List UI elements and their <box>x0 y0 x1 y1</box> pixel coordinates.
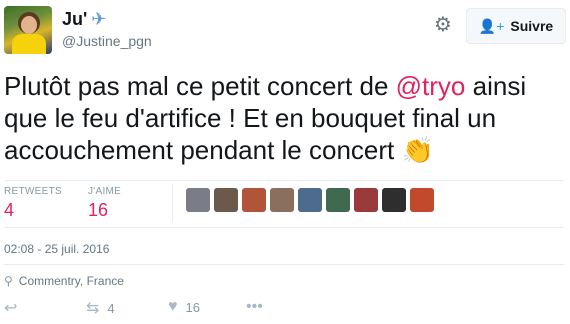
retweet-action-count: 4 <box>107 300 115 316</box>
retweet-icon: ⇆ <box>86 300 100 317</box>
tweet-text: Plutôt pas mal ce petit concert de @tryo… <box>4 70 564 166</box>
retweets-count: 4 <box>4 200 15 220</box>
liker-avatar[interactable] <box>186 188 210 212</box>
reply-icon: ↩ <box>4 300 18 317</box>
avatar-shirt <box>12 34 46 54</box>
tweet-text-before: Plutôt pas mal ce petit concert de <box>4 71 396 101</box>
user-names: Ju' ✈ @Justine_pgn <box>62 8 152 50</box>
divider <box>4 264 564 265</box>
retweets-stat[interactable]: RETWEETS 4 <box>4 186 62 221</box>
stats-separator <box>172 184 173 222</box>
user-handle[interactable]: @Justine_pgn <box>62 32 152 50</box>
liker-avatar[interactable] <box>354 188 378 212</box>
tweet-header: Ju' ✈ @Justine_pgn ⚙ 👤+ Suivre <box>4 6 566 56</box>
tweet-actions: ↩ ⇆ 4 ♥ 16 ••• <box>4 296 564 320</box>
mention-link[interactable]: @tryo <box>396 71 466 101</box>
likers-avatars <box>186 188 434 212</box>
location-label: Commentry, France <box>18 274 124 288</box>
divider <box>4 180 564 181</box>
tweet-stats: RETWEETS 4 J'AIME 16 <box>4 182 564 226</box>
likes-stat[interactable]: J'AIME 16 <box>88 186 121 221</box>
add-user-icon: 👤+ <box>478 17 505 34</box>
retweet-button[interactable]: ⇆ 4 <box>86 298 115 318</box>
likes-label: J'AIME <box>88 186 122 197</box>
likes-count: 16 <box>88 200 109 220</box>
follow-button[interactable]: 👤+ Suivre <box>466 8 566 44</box>
pin-icon: ⚲ <box>4 274 13 288</box>
liker-avatar[interactable] <box>270 188 294 212</box>
liker-avatar[interactable] <box>410 188 434 212</box>
avatar[interactable] <box>4 6 52 54</box>
follow-label: Suivre <box>510 18 554 34</box>
tweet-location[interactable]: ⚲ Commentry, France <box>4 274 124 288</box>
liker-avatar[interactable] <box>326 188 350 212</box>
liker-avatar[interactable] <box>298 188 322 212</box>
more-button[interactable]: ••• <box>246 298 263 316</box>
liker-avatar[interactable] <box>382 188 406 212</box>
tweet-timestamp[interactable]: 02:08 - 25 juil. 2016 <box>4 242 109 256</box>
avatar-face <box>21 16 37 34</box>
gear-icon[interactable]: ⚙ <box>432 14 454 36</box>
heart-icon: ♥ <box>168 298 178 315</box>
display-name[interactable]: Ju' <box>62 8 87 30</box>
liker-avatar[interactable] <box>242 188 266 212</box>
liker-avatar[interactable] <box>214 188 238 212</box>
retweets-label: RETWEETS <box>4 186 62 197</box>
divider <box>4 227 564 228</box>
airplane-icon: ✈ <box>91 9 107 29</box>
reply-button[interactable]: ↩ <box>4 298 17 318</box>
clapping-hands-icon: 👏 <box>401 135 434 165</box>
more-icon: ••• <box>246 298 263 315</box>
like-action-count: 16 <box>185 299 200 315</box>
like-button[interactable]: ♥ 16 <box>168 298 200 316</box>
